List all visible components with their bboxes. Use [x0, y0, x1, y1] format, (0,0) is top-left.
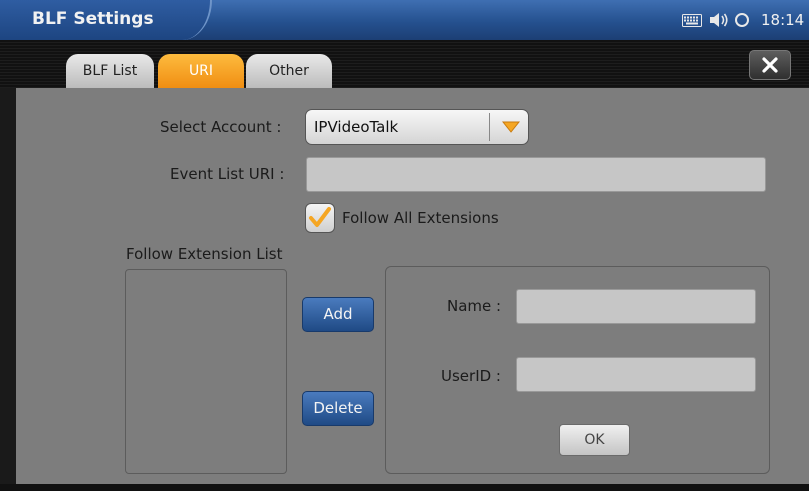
bottom-strip	[0, 484, 809, 491]
userid-label: UserID :	[441, 367, 501, 385]
title-tab: BLF Settings	[0, 0, 212, 40]
dropdown-arrow-icon	[502, 121, 520, 133]
event-list-uri-label: Event List URI :	[170, 165, 285, 183]
status-area: 18:14	[682, 0, 809, 40]
account-select-value: IPVideoTalk	[314, 118, 399, 136]
delete-button[interactable]: Delete	[302, 391, 374, 426]
status-clock: 18:14	[761, 11, 805, 29]
follow-extension-list-label: Follow Extension List	[126, 245, 283, 263]
tab-blf-list[interactable]: BLF List	[66, 54, 154, 88]
close-button[interactable]	[749, 50, 791, 80]
keyboard-icon[interactable]	[682, 13, 702, 27]
event-list-uri-input[interactable]	[306, 157, 766, 192]
tab-other[interactable]: Other	[246, 54, 332, 88]
sync-icon	[735, 13, 749, 27]
userid-input[interactable]	[516, 357, 756, 392]
checkmark-icon	[309, 207, 331, 227]
name-input[interactable]	[516, 289, 756, 324]
add-button[interactable]: Add	[302, 297, 374, 332]
name-label: Name :	[447, 297, 502, 315]
follow-extension-list[interactable]	[125, 269, 287, 474]
window-title: BLF Settings	[32, 9, 154, 29]
select-account-label: Select Account :	[160, 118, 282, 136]
close-icon	[762, 57, 778, 73]
volume-icon[interactable]	[709, 12, 729, 28]
tab-uri[interactable]: URI	[158, 54, 244, 88]
follow-all-checkbox[interactable]	[305, 203, 335, 233]
title-bar: BLF Settings 18:14	[0, 0, 809, 40]
select-separator	[489, 113, 490, 141]
follow-all-label: Follow All Extensions	[342, 209, 499, 227]
account-select[interactable]: IPVideoTalk	[305, 109, 529, 145]
ok-button[interactable]: OK	[559, 424, 630, 456]
